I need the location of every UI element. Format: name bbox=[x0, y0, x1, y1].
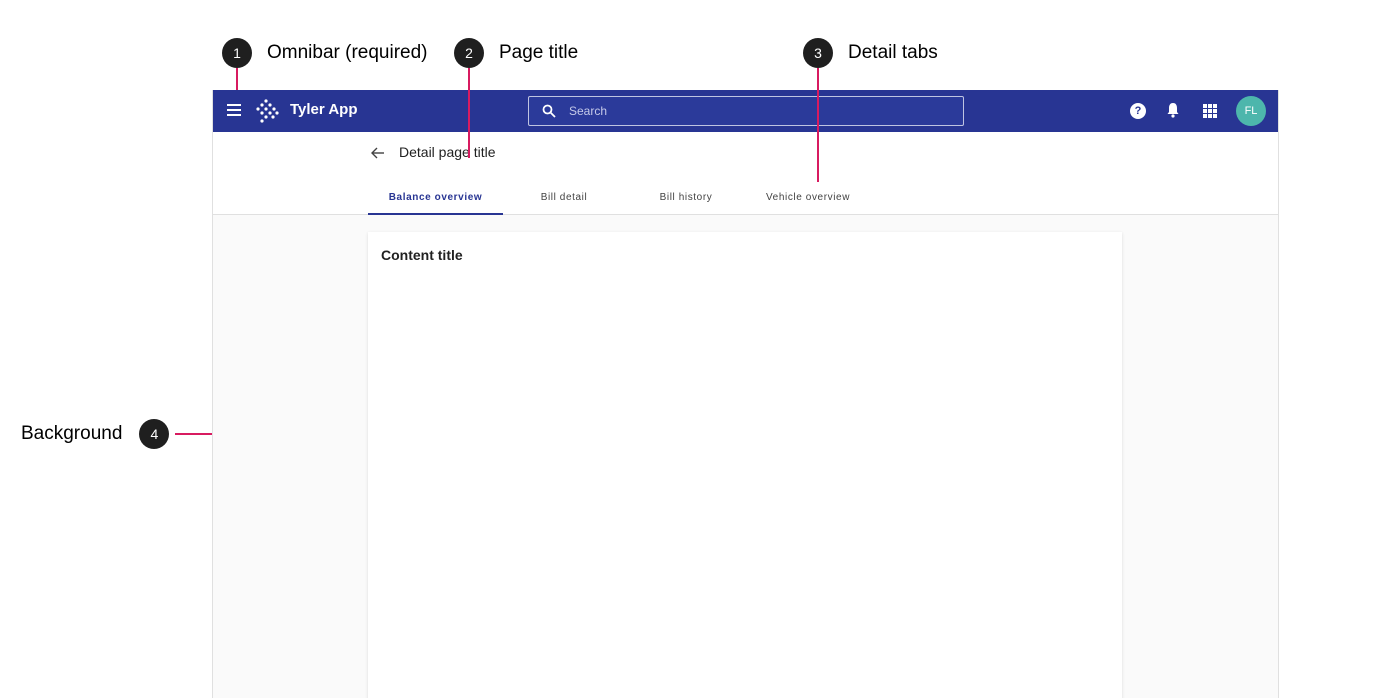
search-placeholder: Search bbox=[569, 104, 608, 118]
annotation-line bbox=[817, 68, 819, 182]
annotation-badge: 2 bbox=[454, 38, 484, 68]
annotation-detail-tabs: 3 Detail tabs bbox=[803, 38, 938, 68]
app-window: Tyler App Search ? FL Detail page title … bbox=[212, 90, 1279, 698]
annotation-label: Detail tabs bbox=[848, 42, 938, 63]
content-title: Content title bbox=[381, 247, 463, 263]
annotation-badge: 1 bbox=[222, 38, 252, 68]
omnibar: Tyler App Search ? FL bbox=[213, 90, 1278, 132]
search-input[interactable]: Search bbox=[528, 96, 964, 126]
annotation-badge: 4 bbox=[139, 419, 170, 449]
annotation-omnibar: 1 Omnibar (required) bbox=[222, 38, 428, 68]
logo-icon bbox=[256, 99, 279, 123]
content-card: Content title bbox=[368, 232, 1122, 698]
tab-vehicle-overview[interactable]: Vehicle overview bbox=[747, 180, 869, 214]
annotation-label: Background bbox=[21, 423, 123, 444]
annotation-label: Page title bbox=[499, 42, 579, 63]
apps-icon[interactable] bbox=[1203, 104, 1217, 118]
annotation-line bbox=[236, 68, 238, 92]
annotation-label: Omnibar (required) bbox=[267, 42, 428, 63]
annotation-badge: 3 bbox=[803, 38, 833, 68]
search-icon bbox=[542, 104, 556, 118]
tab-bill-detail[interactable]: Bill detail bbox=[503, 180, 625, 214]
annotation-background: Background 4 bbox=[21, 419, 170, 449]
page-header: Detail page title Balance overview Bill … bbox=[213, 132, 1278, 215]
tab-balance-overview[interactable]: Balance overview bbox=[368, 180, 503, 215]
tab-bill-history[interactable]: Bill history bbox=[625, 180, 747, 214]
avatar[interactable]: FL bbox=[1236, 96, 1266, 126]
menu-icon[interactable] bbox=[227, 104, 241, 116]
help-icon[interactable]: ? bbox=[1130, 103, 1146, 119]
app-name[interactable]: Tyler App bbox=[290, 101, 358, 118]
page-title: Detail page title bbox=[399, 144, 496, 160]
annotation-line bbox=[468, 68, 470, 158]
back-arrow-icon[interactable] bbox=[370, 145, 386, 161]
detail-tabs: Balance overview Bill detail Bill histor… bbox=[368, 180, 869, 215]
bell-icon[interactable] bbox=[1166, 102, 1180, 118]
annotation-page-title: 2 Page title bbox=[454, 38, 578, 68]
